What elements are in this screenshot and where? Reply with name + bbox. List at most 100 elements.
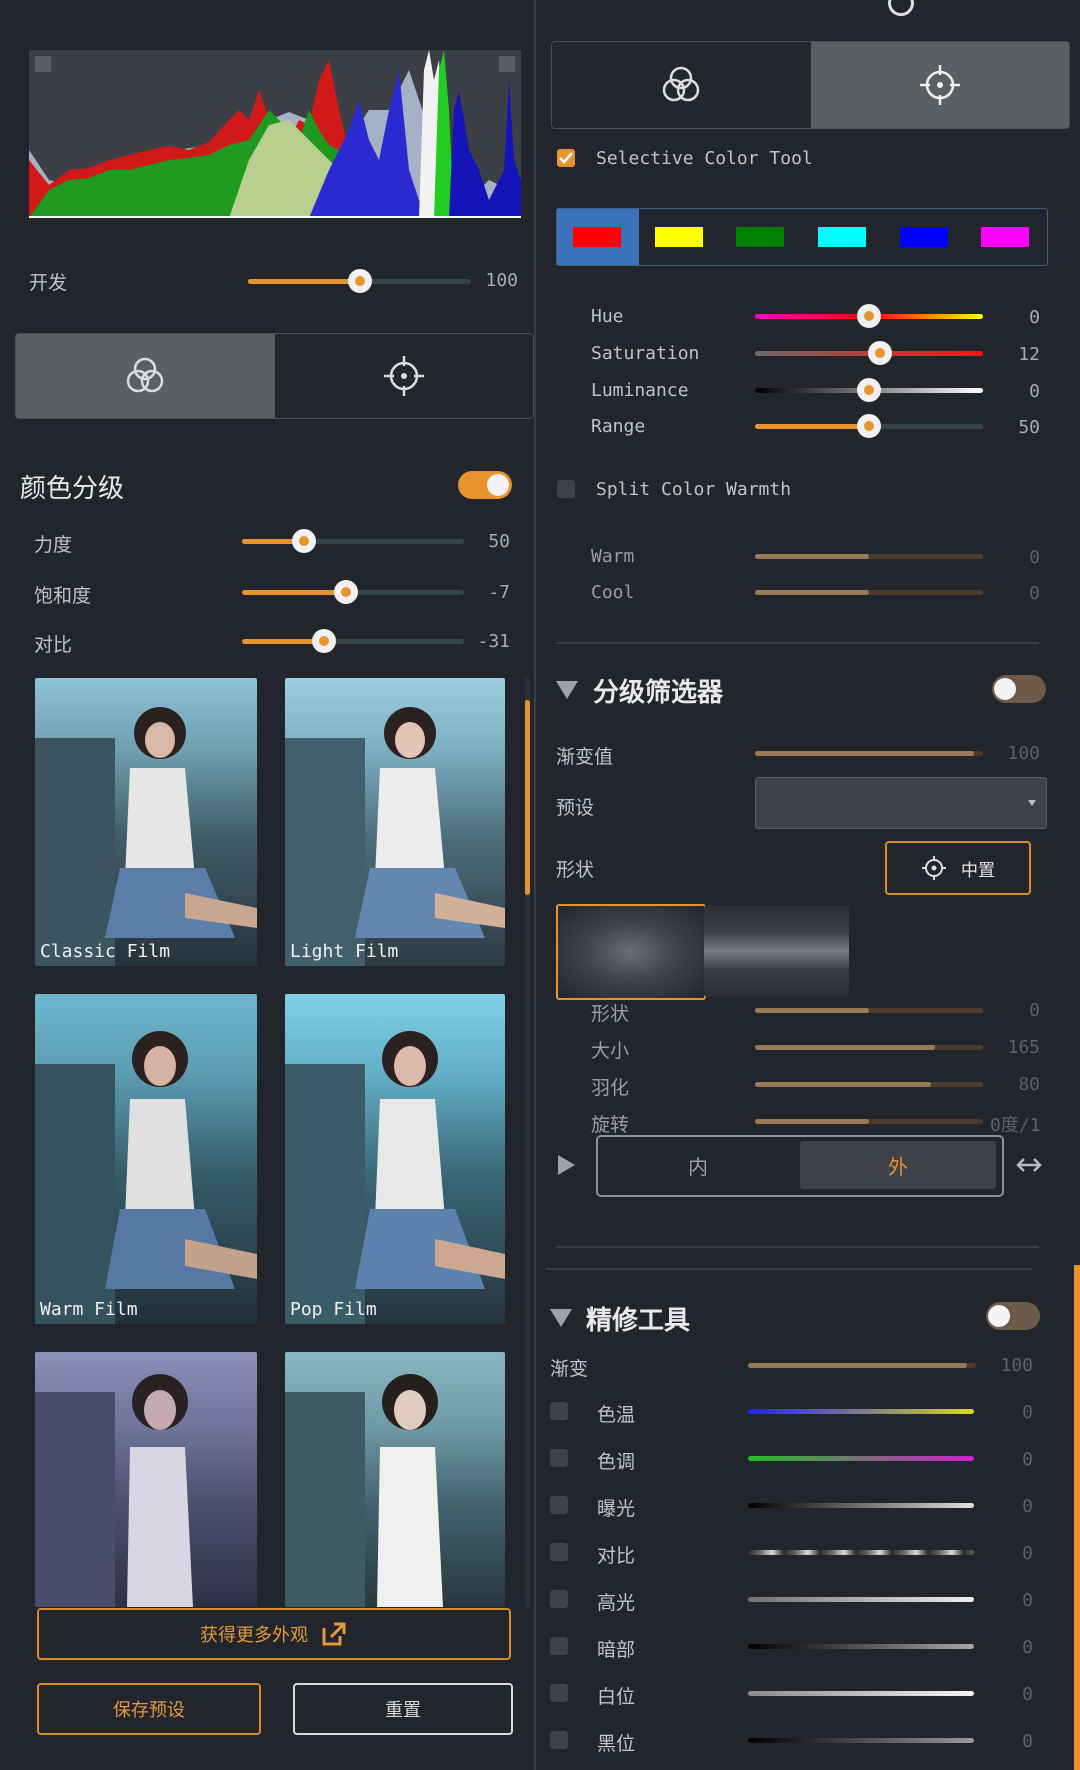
shadows-label: 暗部 xyxy=(597,1639,636,1661)
preset-thumb-6[interactable] xyxy=(285,1352,505,1607)
exposure-checkbox[interactable] xyxy=(550,1496,568,1514)
saturation-slider[interactable] xyxy=(755,341,983,365)
color-grading-toggle[interactable] xyxy=(458,471,512,499)
gradient-value-slider[interactable] xyxy=(755,751,983,756)
luminance-slider[interactable] xyxy=(755,378,983,402)
get-more-looks-label: 获得更多外观 xyxy=(200,1625,308,1646)
get-more-looks-button[interactable]: 获得更多外观 xyxy=(37,1608,511,1660)
shape-slider[interactable] xyxy=(755,1008,983,1013)
graded-filter-collapse-icon[interactable] xyxy=(556,681,578,699)
swatch-red[interactable] xyxy=(573,227,621,247)
strength-slider-knob[interactable] xyxy=(292,529,317,553)
preset-thumb-light-film[interactable]: Light Film xyxy=(285,678,505,966)
develop-slider[interactable] xyxy=(248,269,471,293)
warm-slider[interactable] xyxy=(755,554,983,559)
retouch-gradient-label: 渐变 xyxy=(550,1358,589,1380)
shape-radial-option[interactable] xyxy=(556,904,706,1000)
luminance-slider-knob[interactable] xyxy=(857,378,881,402)
right-mode-tabs xyxy=(551,41,1070,129)
highlights-slider[interactable] xyxy=(748,1597,974,1602)
selective-color-checkbox[interactable] xyxy=(557,149,575,167)
preset-thumb-classic-film[interactable]: Classic Film xyxy=(35,678,257,966)
retouch-toggle[interactable] xyxy=(986,1302,1040,1330)
contrast-checkbox[interactable] xyxy=(550,1543,568,1561)
left-scrollbar-thumb[interactable] xyxy=(525,700,530,895)
strength-label: 力度 xyxy=(34,534,73,556)
tint-label: 色调 xyxy=(597,1451,636,1473)
saturation-label: Saturation xyxy=(591,343,700,364)
shadows-slider[interactable] xyxy=(748,1644,974,1649)
preset-thumb-pop-film[interactable]: Pop Film xyxy=(285,994,505,1324)
swatch-cyan[interactable] xyxy=(818,227,866,247)
exposure-label: 曝光 xyxy=(597,1498,636,1520)
retouch-gradient-slider[interactable] xyxy=(748,1363,976,1368)
inner-option[interactable]: 内 xyxy=(600,1139,796,1191)
shadow-clip-indicator[interactable] xyxy=(35,56,51,72)
tab-color-grading[interactable] xyxy=(16,334,275,418)
color-temp-checkbox[interactable] xyxy=(550,1402,568,1420)
whites-slider[interactable] xyxy=(748,1691,974,1696)
tint-slider[interactable] xyxy=(748,1456,974,1461)
size-slider[interactable] xyxy=(755,1045,983,1050)
divider xyxy=(556,642,1039,644)
exposure-slider[interactable] xyxy=(748,1503,974,1508)
left-mode-tabs xyxy=(15,333,534,419)
blacks-label: 黑位 xyxy=(597,1733,636,1755)
color-temp-label: 色温 xyxy=(597,1404,636,1426)
tab-selective-target[interactable] xyxy=(810,42,1069,128)
range-slider[interactable] xyxy=(755,414,983,438)
shadows-checkbox[interactable] xyxy=(550,1637,568,1655)
develop-slider-knob[interactable] xyxy=(347,269,372,293)
contrast-slider[interactable] xyxy=(748,1550,974,1555)
graded-filter-toggle[interactable] xyxy=(992,675,1046,703)
chevron-down-icon xyxy=(1028,800,1036,806)
outer-option[interactable]: 外 xyxy=(800,1141,996,1189)
center-button[interactable]: 中置 xyxy=(885,841,1031,895)
right-scrollbar-thumb[interactable] xyxy=(1074,1265,1080,1770)
blacks-slider[interactable] xyxy=(748,1738,974,1743)
feather-label: 羽化 xyxy=(591,1077,630,1099)
retouch-collapse-icon[interactable] xyxy=(550,1309,572,1327)
color-temp-slider[interactable] xyxy=(748,1409,974,1414)
preset-dropdown[interactable] xyxy=(755,777,1047,829)
retouch-gradient-value: 100 xyxy=(1000,1355,1033,1376)
strength-value: 50 xyxy=(488,531,510,552)
reset-button[interactable]: 重置 xyxy=(293,1683,513,1735)
swatch-yellow[interactable] xyxy=(655,227,703,247)
crosshair-icon xyxy=(919,65,960,105)
feather-slider[interactable] xyxy=(755,1082,983,1087)
tab-selective-target[interactable] xyxy=(274,334,533,418)
color-rings-icon xyxy=(663,66,700,102)
hue-slider-knob[interactable] xyxy=(857,304,881,328)
hue-slider[interactable] xyxy=(755,304,983,328)
saturation-slider[interactable] xyxy=(242,580,464,604)
blacks-checkbox[interactable] xyxy=(550,1731,568,1749)
contrast-slider[interactable] xyxy=(242,629,464,653)
save-preset-button[interactable]: 保存预设 xyxy=(37,1683,261,1735)
highlight-clip-indicator[interactable] xyxy=(499,56,515,72)
tab-color-grading[interactable] xyxy=(552,42,811,128)
rotation-slider[interactable] xyxy=(755,1119,983,1124)
swap-arrows-icon[interactable] xyxy=(1016,1155,1042,1175)
saturation-slider-knob[interactable] xyxy=(868,341,893,365)
warm-value: 0 xyxy=(1029,547,1040,568)
save-preset-label: 保存预设 xyxy=(113,1700,185,1721)
saturation-label: 饱和度 xyxy=(34,585,92,607)
contrast-slider-knob[interactable] xyxy=(312,629,337,653)
swatch-green[interactable] xyxy=(736,227,784,247)
preset-thumb-5[interactable] xyxy=(35,1352,257,1607)
shape-linear-option[interactable] xyxy=(704,905,849,997)
swatch-magenta[interactable] xyxy=(981,227,1029,247)
strength-slider[interactable] xyxy=(242,529,464,553)
external-link-icon xyxy=(322,1622,346,1646)
split-warmth-checkbox[interactable] xyxy=(557,480,575,498)
tint-checkbox[interactable] xyxy=(550,1449,568,1467)
gradient-value-value: 100 xyxy=(1007,743,1040,764)
swatch-blue[interactable] xyxy=(900,227,948,247)
cool-slider[interactable] xyxy=(755,590,983,595)
highlights-checkbox[interactable] xyxy=(550,1590,568,1608)
expand-play-icon[interactable] xyxy=(558,1155,575,1175)
preset-thumb-warm-film[interactable]: Warm Film xyxy=(35,994,257,1324)
whites-checkbox[interactable] xyxy=(550,1684,568,1702)
range-slider-knob[interactable] xyxy=(857,414,881,438)
